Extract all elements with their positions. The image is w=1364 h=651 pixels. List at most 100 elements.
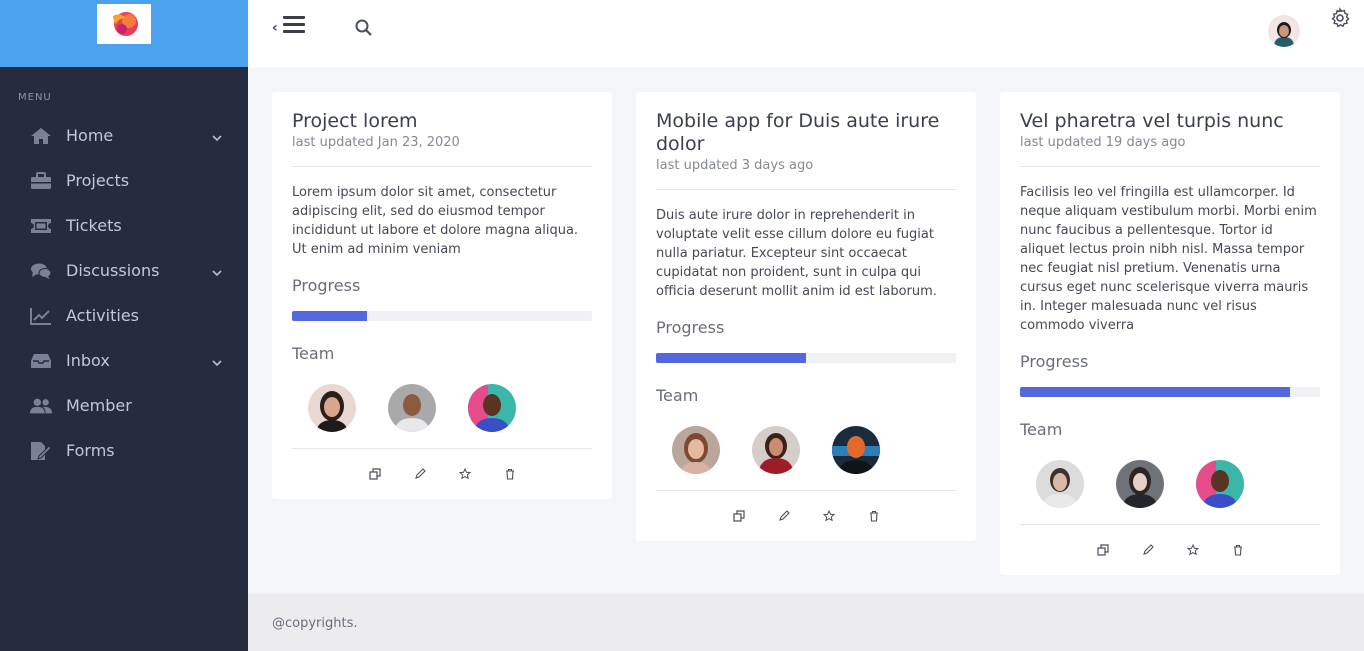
divider (1020, 166, 1320, 167)
sidebar-item-inbox[interactable]: Inbox (0, 338, 248, 383)
card-description: Facilisis leo vel fringilla est ullamcor… (1020, 185, 1317, 333)
card-actions (292, 449, 592, 499)
menu-heading: MENU (18, 92, 52, 103)
sidebar-item-label: Inbox (66, 351, 110, 370)
team-member-avatar[interactable] (1196, 460, 1244, 508)
divider (292, 166, 592, 167)
footer: @copyrights. (248, 594, 1364, 651)
team-member-avatar[interactable] (1116, 460, 1164, 508)
trash-icon (1233, 544, 1242, 556)
sidebar: MENU Home Projects Tickets Discussions A… (0, 0, 248, 651)
team-member-avatar[interactable] (832, 426, 880, 474)
sidebar-item-home[interactable]: Home (0, 113, 248, 158)
star-icon (458, 468, 471, 480)
team-member-avatar[interactable] (672, 426, 720, 474)
copy-icon (732, 510, 745, 522)
card-actions (656, 491, 956, 541)
star-icon (1186, 544, 1199, 556)
sidebar-item-label: Tickets (66, 216, 122, 235)
progress-bar (292, 311, 592, 321)
progress-fill (1020, 387, 1290, 397)
search-icon (354, 19, 374, 42)
brand-bar (0, 0, 248, 67)
copy-button[interactable] (352, 468, 397, 480)
team-list (656, 426, 956, 474)
star-icon (822, 510, 835, 522)
team-list (1020, 460, 1320, 508)
search-button[interactable] (354, 18, 374, 42)
user-avatar[interactable] (1268, 15, 1300, 47)
progress-bar (1020, 387, 1320, 397)
sidebar-item-label: Projects (66, 171, 130, 190)
project-card: Project lorem last updated Jan 23, 2020 … (272, 92, 612, 499)
copy-button[interactable] (716, 510, 761, 522)
team-member-avatar[interactable] (752, 426, 800, 474)
delete-button[interactable] (1215, 544, 1260, 556)
card-description: Duis aute irure dolor in reprehenderit i… (656, 208, 937, 299)
gear-icon (1329, 7, 1351, 33)
chevron-down-icon (212, 353, 222, 372)
chevron-down-icon (212, 128, 222, 147)
team-member-avatar[interactable] (1036, 460, 1084, 508)
project-card: Vel pharetra vel turpis nunc last update… (1000, 92, 1340, 575)
pencil-icon (1142, 544, 1154, 555)
progress-fill (656, 353, 806, 363)
card-actions (1020, 525, 1320, 575)
sidebar-item-label: Home (66, 126, 114, 145)
team-member-avatar[interactable] (388, 384, 436, 432)
favorite-button[interactable] (442, 468, 487, 480)
progress-label: Progress (292, 276, 361, 295)
edit-button[interactable] (397, 468, 442, 480)
favorite-button[interactable] (806, 510, 851, 522)
sidebar-item-activities[interactable]: Activities (0, 293, 248, 338)
sidebar-item-forms[interactable]: Forms (0, 428, 248, 473)
sidebar-item-label: Member (66, 396, 132, 415)
sidebar-item-projects[interactable]: Projects (0, 158, 248, 203)
card-updated: last updated 3 days ago (656, 158, 814, 173)
chevron-left-icon: ‹ (272, 20, 278, 36)
progress-fill (292, 311, 367, 321)
divider (656, 189, 956, 190)
team-label: Team (1020, 420, 1063, 439)
comments-icon (30, 260, 52, 282)
ticket-icon (30, 215, 52, 237)
pencil-icon (778, 510, 790, 521)
top-header: ‹ (248, 0, 1364, 67)
copy-icon (368, 468, 381, 480)
team-member-avatar[interactable] (468, 384, 516, 432)
users-icon (30, 395, 52, 417)
favorite-button[interactable] (1170, 544, 1215, 556)
edit-button[interactable] (1125, 544, 1170, 556)
pencil-icon (414, 468, 426, 479)
progress-label: Progress (656, 318, 725, 337)
sidebar-item-discussions[interactable]: Discussions (0, 248, 248, 293)
copy-button[interactable] (1080, 544, 1125, 556)
sidebar-toggle-button[interactable]: ‹ (272, 14, 305, 38)
menu-toggle-icon (282, 14, 305, 38)
card-title: Vel pharetra vel turpis nunc (1020, 110, 1284, 132)
card-title: Project lorem (292, 110, 418, 132)
progress-bar (656, 353, 956, 363)
project-card: Mobile app for Duis aute irure dolor las… (636, 92, 976, 541)
team-list (292, 384, 592, 432)
copyright-text: @copyrights. (272, 616, 358, 631)
chart-line-icon (30, 305, 52, 327)
delete-button[interactable] (851, 510, 896, 522)
chevron-down-icon (212, 263, 222, 282)
inbox-icon (30, 350, 52, 372)
trash-icon (505, 468, 514, 480)
logo[interactable] (97, 4, 151, 44)
delete-button[interactable] (487, 468, 532, 480)
logo-icon (113, 12, 138, 36)
team-label: Team (292, 344, 335, 363)
progress-label: Progress (1020, 352, 1089, 371)
trash-icon (869, 510, 878, 522)
edit-button[interactable] (761, 510, 806, 522)
card-updated: last updated Jan 23, 2020 (292, 135, 460, 150)
team-label: Team (656, 386, 699, 405)
sidebar-item-label: Discussions (66, 261, 160, 280)
team-member-avatar[interactable] (308, 384, 356, 432)
sidebar-item-tickets[interactable]: Tickets (0, 203, 248, 248)
sidebar-item-member[interactable]: Member (0, 383, 248, 428)
settings-button[interactable] (1329, 7, 1351, 33)
